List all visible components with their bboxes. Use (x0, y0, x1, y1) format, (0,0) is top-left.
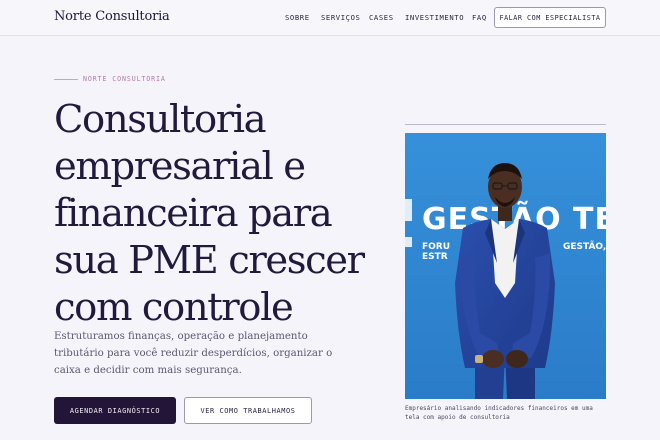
hero-title: Consultoria empresarial e financeira par… (54, 96, 384, 331)
hero-title-line: empresarial e (54, 144, 306, 189)
nav-link-cases[interactable]: CASES (369, 13, 394, 22)
hero-title-line: financeira para (54, 191, 333, 236)
schedule-diagnosis-button[interactable]: AGENDAR DIAGNÓSTICO (54, 397, 176, 424)
nav-link-faq[interactable]: FAQ (472, 13, 487, 22)
hero-title-line: Consultoria (54, 97, 267, 142)
banner-subtext-right: GESTÃO, (563, 241, 606, 252)
nav-link-investimento[interactable]: INVESTIMENTO (405, 13, 464, 22)
hero-title-line: com controle (54, 285, 294, 330)
photo-divider (405, 124, 606, 125)
photo-caption: Empresário analisando indicadores financ… (405, 405, 593, 421)
site-header: Norte Consultoria SOBRE SERVIÇOS CASES I… (0, 0, 660, 36)
brand-logo[interactable]: Norte Consultoria (54, 9, 170, 24)
banner-subtext-left-2: ESTR (422, 252, 448, 262)
nav-link-servicos[interactable]: SERVIÇOS (321, 13, 360, 22)
businessman-photo-illustration: GESTÃO TECH FORU ESTR GESTÃO, (405, 133, 606, 399)
banner-subtext-left: FORU (422, 242, 450, 252)
hero-photo: GESTÃO TECH FORU ESTR GESTÃO, (405, 133, 606, 399)
hero-subtitle: Estruturamos finanças, operação e planej… (54, 331, 333, 376)
hero-title-line: sua PME crescer (54, 238, 365, 283)
talk-to-specialist-button[interactable]: FALAR COM ESPECIALISTA (494, 7, 606, 28)
hero-eyebrow: NORTE CONSULTORIA (83, 75, 166, 83)
how-we-work-button[interactable]: VER COMO TRABALHAMOS (184, 397, 312, 424)
eyebrow-divider (54, 79, 78, 80)
nav-link-sobre[interactable]: SOBRE (285, 13, 310, 22)
